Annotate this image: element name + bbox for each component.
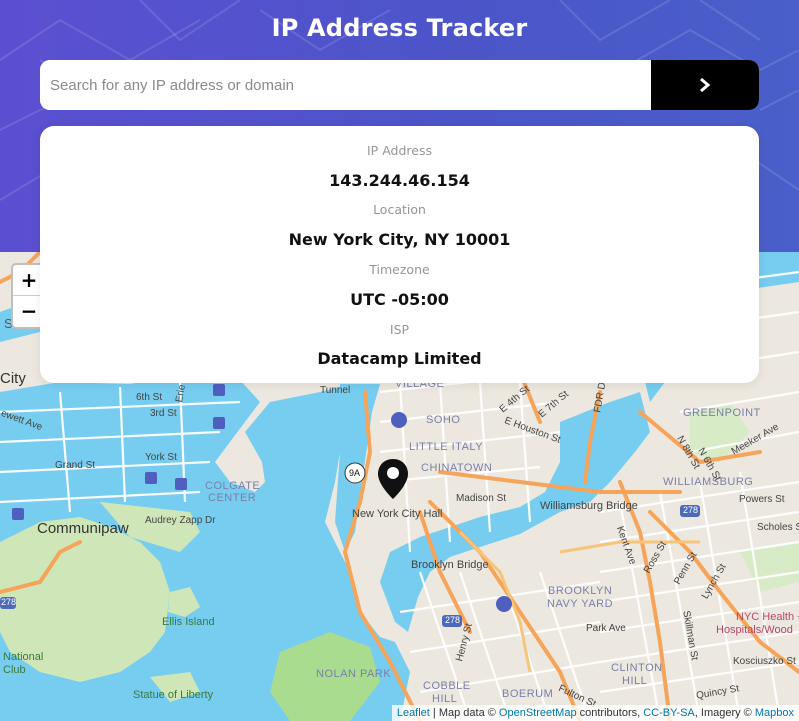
- isp-label: ISP: [389, 322, 410, 337]
- map-label: NYC Health +: [736, 611, 799, 623]
- map-label: National: [3, 651, 44, 663]
- map-label: Hospitals/Wood: [716, 624, 793, 636]
- map-label: Powers St: [739, 494, 785, 505]
- map-attribution: Leaflet | Map data © OpenStreetMap contr…: [391, 705, 799, 721]
- map-label: BROOKLYN: [548, 585, 613, 597]
- map-label: Statue of Liberty: [133, 689, 214, 701]
- map-label: Park Ave: [586, 623, 626, 634]
- attribution-text: contributors,: [576, 707, 644, 719]
- map-label: COBBLE: [423, 680, 471, 692]
- map-label: SOHO: [426, 414, 461, 426]
- map-label: NOLAN PARK: [316, 668, 392, 680]
- map-label: 278: [1, 597, 17, 607]
- map-label: Club: [3, 664, 26, 676]
- ccbysa-link[interactable]: CC-BY-SA: [643, 707, 695, 719]
- map-label: COLGATE: [205, 480, 261, 492]
- map-label: 6th St: [136, 392, 163, 403]
- map-label: HILL: [622, 675, 648, 687]
- osm-link[interactable]: OpenStreetMap: [499, 707, 577, 719]
- map-label: CLINTON: [611, 662, 663, 674]
- ip-value: 143.244.46.154: [329, 171, 470, 190]
- leaflet-link[interactable]: Leaflet: [397, 707, 430, 719]
- attribution-text: , Imagery ©: [694, 707, 755, 719]
- map-label: Ellis Island: [162, 616, 215, 628]
- map-label: Audrey Zapp Dr: [145, 515, 216, 526]
- map-label: NAVY YARD: [547, 598, 614, 610]
- map-label: 278: [683, 505, 699, 515]
- map-label: 278: [445, 615, 461, 625]
- map-label: LITTLE ITALY: [409, 441, 484, 453]
- location-value: New York City, NY 10001: [288, 230, 511, 249]
- map-label: CHINATOWN: [421, 462, 493, 474]
- timezone-value: UTC -05:00: [350, 290, 449, 309]
- map-label: Madison St: [456, 493, 507, 504]
- map-label: Brooklyn Bridge: [411, 559, 489, 571]
- map-label: City: [0, 370, 26, 387]
- map-label: BOERUM: [502, 688, 554, 700]
- map-label: Scholes St: [757, 522, 799, 533]
- map-label: CENTER: [208, 492, 257, 504]
- search-bar: [40, 60, 759, 110]
- map-label: 9A: [349, 468, 361, 478]
- map-label: Tunnel: [320, 385, 351, 396]
- map-label: Grand St: [55, 460, 96, 471]
- map-label: Williamsburg Bridge: [540, 500, 638, 512]
- page-title: IP Address Tracker: [271, 14, 528, 42]
- chevron-right-icon: [700, 77, 711, 93]
- mapbox-link[interactable]: Mapbox: [755, 707, 794, 719]
- search-input[interactable]: [40, 60, 651, 110]
- timezone-label: Timezone: [369, 262, 430, 277]
- map-label: York St: [145, 452, 177, 463]
- map-label: Communipaw: [37, 520, 129, 537]
- map-label: GREENPOINT: [683, 407, 761, 419]
- attribution-text: | Map data ©: [429, 707, 499, 719]
- location-pin-icon[interactable]: [378, 459, 408, 499]
- search-submit-button[interactable]: [651, 60, 759, 110]
- map-label: 3rd St: [150, 408, 177, 419]
- map-label: New York City Hall: [352, 508, 443, 520]
- info-card: IP Address 143.244.46.154 Location New Y…: [40, 126, 759, 383]
- isp-value: Datacamp Limited: [317, 349, 482, 368]
- map-label: HILL: [432, 693, 458, 705]
- map-label: WILLIAMSBURG: [663, 476, 754, 488]
- map-label: Kosciuszko St: [733, 656, 796, 667]
- location-label: Location: [373, 202, 426, 217]
- ip-label: IP Address: [367, 143, 432, 158]
